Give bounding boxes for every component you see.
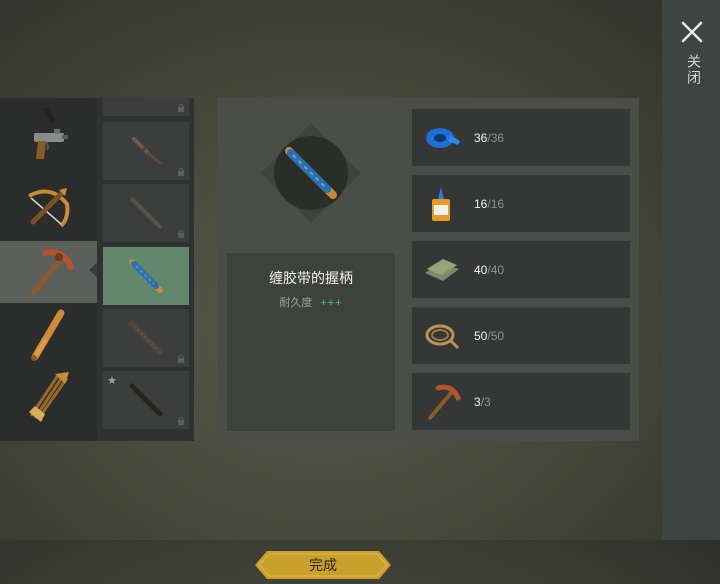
item-info-box: 缠胶带的握柄 耐久度 +++ 完成 bbox=[227, 253, 395, 579]
lock-icon bbox=[178, 168, 184, 176]
item-name: 缠胶带的握柄 bbox=[269, 270, 353, 286]
stick-icon bbox=[130, 197, 162, 229]
requirement-count: 40/40 bbox=[474, 262, 505, 277]
crossbow-icon bbox=[27, 188, 69, 228]
star-icon: ★ bbox=[107, 374, 117, 387]
item-detail-panel: 缠胶带的握柄 耐久度 +++ 完成 bbox=[217, 98, 405, 579]
duct-tape-icon bbox=[426, 127, 460, 148]
arrows-icon bbox=[28, 372, 69, 422]
requirement-count: 50/50 bbox=[474, 328, 505, 343]
pistol-icon bbox=[33, 129, 68, 159]
category-pistol[interactable] bbox=[0, 114, 97, 176]
lock-icon bbox=[178, 230, 184, 238]
category-list bbox=[0, 98, 97, 441]
cloth-icon bbox=[425, 258, 459, 281]
lock-icon bbox=[178, 104, 184, 112]
item-taped-handle[interactable] bbox=[103, 247, 189, 305]
item-dark-stick[interactable]: ★ bbox=[103, 371, 189, 429]
dark-stick-icon bbox=[129, 383, 163, 417]
item-list: ★ bbox=[97, 98, 194, 441]
requirement-row: 3/3 bbox=[412, 373, 630, 430]
requirement-row: 36/36 bbox=[412, 109, 630, 166]
item-stick[interactable] bbox=[103, 184, 189, 242]
bat-icon bbox=[30, 309, 64, 361]
glue-icon bbox=[432, 186, 450, 221]
close-button[interactable] bbox=[680, 20, 704, 44]
durability-label: 耐久度 bbox=[279, 297, 313, 309]
durability-row: 耐久度 +++ bbox=[227, 294, 395, 310]
lock-icon bbox=[178, 355, 184, 363]
category-arrows[interactable] bbox=[0, 365, 97, 427]
category-bat[interactable] bbox=[0, 303, 97, 365]
lock-icon bbox=[178, 417, 184, 425]
knife-icon bbox=[132, 137, 162, 165]
category-crossbow[interactable] bbox=[0, 176, 97, 238]
wrapped-stick-icon bbox=[129, 321, 163, 355]
item-preview bbox=[261, 123, 361, 223]
requirement-row: 16/16 bbox=[412, 175, 630, 232]
close-icon bbox=[681, 21, 703, 43]
durability-value: +++ bbox=[320, 297, 343, 309]
requirements-panel: 36/36 16/16 40/40 50/50 3/3 bbox=[405, 98, 639, 441]
requirement-count: 3/3 bbox=[474, 394, 491, 409]
close-label[interactable]: 关闭 bbox=[684, 54, 704, 86]
requirement-count: 16/16 bbox=[474, 196, 505, 211]
pickaxe-icon bbox=[30, 249, 74, 296]
requirement-count: 36/36 bbox=[474, 130, 505, 145]
rope-icon bbox=[425, 324, 460, 349]
item-knife[interactable] bbox=[103, 122, 189, 180]
item-partial-top[interactable] bbox=[103, 98, 189, 116]
category-partial-bottom[interactable] bbox=[0, 427, 97, 441]
pickaxe-icon bbox=[428, 384, 461, 420]
requirement-row: 50/50 bbox=[412, 307, 630, 364]
category-pickaxe[interactable] bbox=[0, 241, 97, 303]
done-button[interactable]: 完成 bbox=[255, 551, 391, 579]
requirement-row: 40/40 bbox=[412, 241, 630, 298]
taped-handle-icon bbox=[129, 259, 163, 293]
item-wrapped-stick[interactable] bbox=[103, 309, 189, 367]
done-button-label: 完成 bbox=[309, 557, 337, 573]
